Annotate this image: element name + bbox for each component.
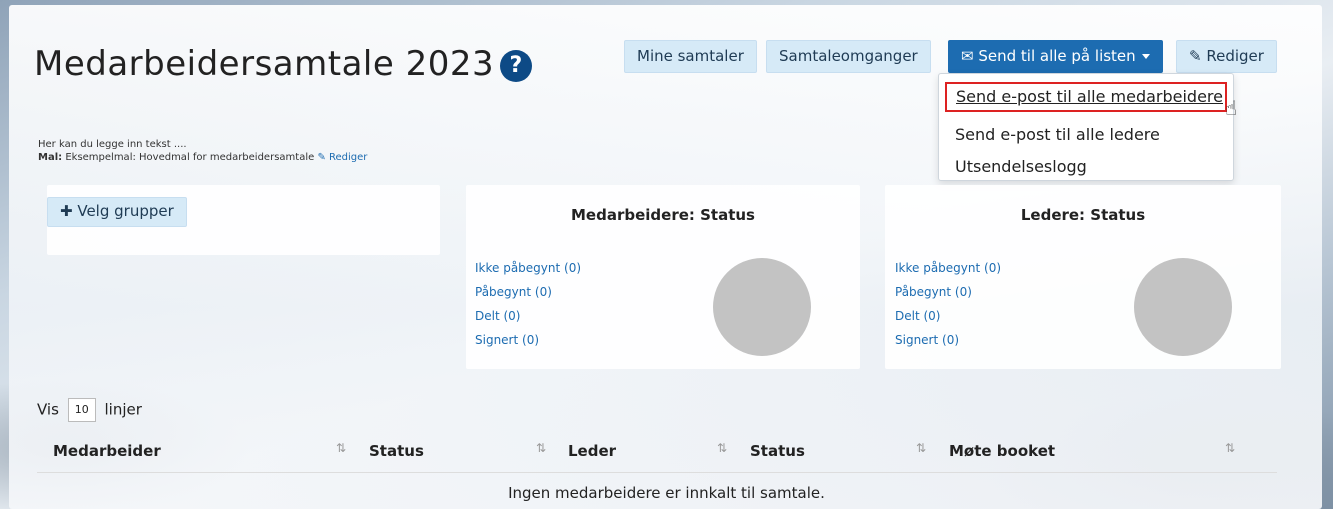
menu-item-utsendelseslogg[interactable]: Utsendelseslogg <box>955 157 1087 176</box>
sort-icon[interactable]: ⇅ <box>717 441 727 455</box>
hand-cursor-icon: ☝ <box>1225 96 1238 120</box>
send-dropdown-menu: Send e-post til alle medarbeidere Send e… <box>938 73 1234 181</box>
ledere-status-chart <box>1134 258 1232 356</box>
intro-line: Her kan du legge inn tekst .... <box>38 139 187 150</box>
rediger-label: Rediger <box>1206 47 1264 65</box>
ledere-status-title: Ledere: Status <box>1020 206 1146 224</box>
mal-label: Mal: <box>38 152 63 163</box>
ledere-pabegynt-link[interactable]: Påbegynt (0) <box>895 285 972 299</box>
intro-text: Her kan du legge inn tekst .... Mal: Eks… <box>38 138 367 164</box>
sort-icon[interactable]: ⇅ <box>536 441 546 455</box>
send-til-alle-label: Send til alle på listen <box>978 47 1136 65</box>
medarbeidere-ikke-pabegynt-link[interactable]: Ikke påbegynt (0) <box>475 261 581 275</box>
medarbeidere-pabegynt-link[interactable]: Påbegynt (0) <box>475 285 552 299</box>
vis-label: Vis <box>37 400 59 419</box>
column-header-mote-booket[interactable]: Møte booket <box>949 442 1055 460</box>
mal-rediger-link[interactable]: ✎ Rediger <box>317 152 367 163</box>
table-empty-message: Ingen medarbeidere er innkalt til samtal… <box>508 484 825 502</box>
mal-line: Mal: Eksempelmal: Hovedmal for medarbeid… <box>38 151 367 164</box>
page-size-select[interactable]: 10 <box>67 398 96 422</box>
table-divider <box>37 472 1277 473</box>
medarbeidere-signert-link[interactable]: Signert (0) <box>475 333 539 347</box>
page-title: Medarbeidersamtale 2023? <box>34 44 533 84</box>
column-header-leder[interactable]: Leder <box>568 442 616 460</box>
sort-icon[interactable]: ⇅ <box>916 441 926 455</box>
linjer-label: linjer <box>104 400 142 419</box>
column-header-medarbeider[interactable]: Medarbeider <box>53 442 161 460</box>
plus-icon: ✚ <box>60 202 73 220</box>
edit-icon: ✎ <box>1189 47 1202 65</box>
medarbeidere-delt-link[interactable]: Delt (0) <box>475 309 520 323</box>
ledere-signert-link[interactable]: Signert (0) <box>895 333 959 347</box>
medarbeidere-status-chart <box>713 258 811 356</box>
menu-item-send-medarbeidere[interactable]: Send e-post til alle medarbeidere <box>945 82 1227 112</box>
ledere-delt-link[interactable]: Delt (0) <box>895 309 940 323</box>
velg-grupper-button[interactable]: ✚ Velg grupper <box>47 197 187 227</box>
velg-grupper-label: Velg grupper <box>77 202 174 220</box>
sort-icon[interactable]: ⇅ <box>336 441 346 455</box>
mine-samtaler-button[interactable]: Mine samtaler <box>624 40 757 73</box>
column-header-status[interactable]: Status <box>369 442 424 460</box>
medarbeidere-status-title: Medarbeidere: Status <box>571 206 755 224</box>
page-size-control: Vis 10 linjer <box>37 398 142 422</box>
mal-rediger-label: Rediger <box>329 152 368 163</box>
caret-down-icon <box>1141 54 1150 59</box>
menu-item-send-ledere[interactable]: Send e-post til alle ledere <box>955 125 1160 144</box>
column-header-leder-status[interactable]: Status <box>750 442 805 460</box>
mal-value: Eksempelmal: Hovedmal for medarbeidersam… <box>65 152 315 163</box>
send-til-alle-button[interactable]: ✉ Send til alle på listen <box>948 40 1163 73</box>
edit-icon: ✎ <box>317 152 326 163</box>
envelope-icon: ✉ <box>961 47 974 65</box>
sort-icon[interactable]: ⇅ <box>1225 441 1235 455</box>
samtaleomganger-button[interactable]: Samtaleomganger <box>766 40 931 73</box>
help-icon[interactable]: ? <box>500 49 533 82</box>
rediger-button[interactable]: ✎ Rediger <box>1176 40 1277 73</box>
ledere-ikke-pabegynt-link[interactable]: Ikke påbegynt (0) <box>895 261 1001 275</box>
